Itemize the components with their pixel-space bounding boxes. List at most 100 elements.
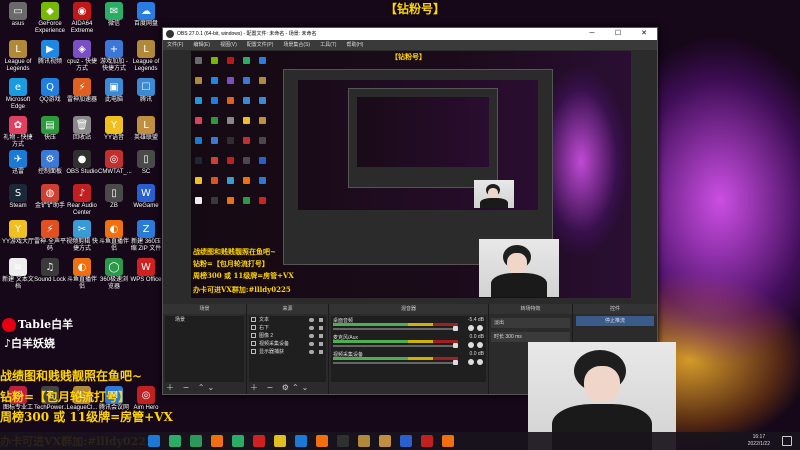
desktop-icon[interactable]: ✉ 微信 — [98, 2, 130, 28]
menu-item[interactable]: 帮助(H) — [346, 40, 363, 50]
desktop-icon[interactable]: L League of Legends — [130, 40, 162, 73]
desktop-icon[interactable]: ◉ AIDA64 Extreme — [66, 2, 98, 35]
volume-knob[interactable] — [453, 343, 458, 348]
desktop-icon[interactable]: + 游戏加加 - 快捷方式 — [98, 40, 130, 73]
desktop-icon[interactable]: ▤ 快压 — [34, 116, 66, 142]
obs-window[interactable]: OBS 27.0.1 (64-bit, windows) - 配置文件: 未命名… — [162, 27, 658, 395]
obs-preview[interactable]: 【钻粉号】 战绩图和贱贱靓照在鱼吧~ 钻粉=【包月轮流打号】 周榜300 或 1… — [191, 51, 631, 298]
taskbar-netease-icon[interactable] — [253, 435, 265, 447]
desktop-icon[interactable]: L 英雄联盟 — [130, 116, 162, 142]
taskbar-video-icon[interactable] — [211, 435, 223, 447]
desktop-icon[interactable]: ♫ Sound Lock — [34, 258, 66, 284]
taskbar-weixin-work-icon[interactable] — [190, 435, 202, 447]
gear-icon[interactable] — [477, 325, 483, 331]
desktop-icon[interactable]: ▭ asus — [2, 2, 34, 28]
desktop-icon[interactable]: Z 新建 360压缩 ZIP 文件 — [130, 220, 162, 253]
taskbar-obs-icon[interactable] — [337, 435, 349, 447]
lock-icon[interactable] — [319, 350, 323, 354]
lock-icon[interactable] — [319, 326, 323, 330]
menu-item[interactable]: 文件(F) — [167, 40, 183, 50]
volume-knob[interactable] — [453, 360, 458, 365]
desktop-icon[interactable]: ▶ 腾讯视频 — [34, 40, 66, 66]
desktop-icon[interactable]: ▯ SC — [130, 150, 162, 176]
source-item[interactable]: 右下 — [249, 324, 326, 332]
eye-icon[interactable] — [309, 326, 314, 330]
desktop-icon[interactable]: ◍ 金铲铲助手 — [34, 184, 66, 210]
taskbar-qq-icon[interactable] — [295, 435, 307, 447]
notification-icon[interactable] — [782, 436, 792, 446]
desktop-icon[interactable]: ◈ cpuz - 快捷方式 — [66, 40, 98, 73]
menu-item[interactable]: 视图(V) — [220, 40, 237, 50]
taskbar-league2-icon[interactable] — [379, 435, 391, 447]
taskbar-clock[interactable]: 16:17 2022/1/22 — [748, 434, 770, 448]
transition-select[interactable]: 淡出 — [491, 318, 570, 328]
speaker-icon[interactable] — [468, 325, 474, 331]
desktop-icon[interactable]: ● OBS Studio — [66, 150, 98, 176]
source-item[interactable]: 文本 — [249, 316, 326, 324]
gear-icon[interactable] — [477, 359, 483, 365]
desktop-icon[interactable]: L League of Legends — [2, 40, 34, 73]
desktop-icon[interactable]: ✿ 礼物 - 快捷方式 — [2, 116, 34, 149]
desktop-icon[interactable]: ⚡ 雷神·全声平码 — [34, 220, 66, 253]
desktop-icon[interactable]: ≡ 新建 文本文档 — [2, 258, 34, 291]
minimize-icon[interactable]: ─ — [579, 28, 605, 40]
volume-slider[interactable] — [333, 328, 458, 330]
desktop-icon[interactable]: ◆ GeForce Experience — [34, 2, 66, 35]
taskbar-douyu-icon[interactable] — [316, 435, 328, 447]
taskbar-wechat-icon[interactable] — [169, 435, 181, 447]
desktop-icon[interactable]: 🗑 回收站 — [66, 116, 98, 142]
lock-icon[interactable] — [319, 334, 323, 338]
close-icon[interactable]: ✕ — [631, 28, 657, 40]
desktop-icon[interactable]: ▯ ZB — [98, 184, 130, 210]
desktop-icon[interactable]: ◐ 斗鱼直播伴侣 — [98, 220, 130, 253]
scenes-toolbar[interactable]: ＋ − ⌃⌄ — [166, 382, 217, 393]
desktop-icon[interactable]: ◎ CMWTAT_... — [98, 150, 132, 176]
speaker-icon[interactable] — [468, 342, 474, 348]
source-item[interactable]: 图像 2 — [249, 332, 326, 340]
obs-titlebar[interactable]: OBS 27.0.1 (64-bit, windows) - 配置文件: 未命名… — [163, 28, 657, 40]
menu-item[interactable]: 场景集合(S) — [283, 40, 310, 50]
menu-item[interactable]: 工具(T) — [320, 40, 336, 50]
volume-knob[interactable] — [453, 326, 458, 331]
lock-icon[interactable] — [319, 318, 323, 322]
taskbar-windows-icon[interactable] — [148, 435, 160, 447]
desktop-icon[interactable]: S Steam — [2, 184, 34, 210]
taskbar-league-icon[interactable] — [358, 435, 370, 447]
taskbar-wegame-icon[interactable] — [400, 435, 412, 447]
desktop-icon[interactable]: ♪ Rear Audio Center — [66, 184, 98, 217]
menu-item[interactable]: 编辑(E) — [193, 40, 210, 50]
speaker-icon[interactable] — [468, 359, 474, 365]
desktop-icon[interactable]: W WeGame — [130, 184, 162, 210]
taskbar-chrome-icon[interactable] — [274, 435, 286, 447]
desktop-icon[interactable]: ⚡ 雷神加速器 — [66, 78, 98, 104]
eye-icon[interactable] — [309, 350, 314, 354]
source-item[interactable]: 视频采集设备 — [249, 340, 326, 348]
desktop-icon[interactable]: Y YY语音 — [98, 116, 130, 142]
lock-icon[interactable] — [319, 342, 323, 346]
desktop-icon[interactable]: W WPS Office — [130, 258, 162, 284]
desktop-icon[interactable]: ☁ 百度网盘 — [130, 2, 162, 28]
sources-toolbar[interactable]: ＋ − ⚙⌃⌄ — [250, 382, 311, 393]
desktop-icon[interactable]: Q QQ游戏 — [34, 78, 66, 104]
desktop-icon[interactable]: Y YY游戏大厅 — [2, 220, 34, 246]
desktop-icon[interactable]: ◯ 360极速浏览器 — [98, 258, 130, 291]
desktop-icon[interactable]: ✂ 视频剪辑 快捷方式 — [66, 220, 98, 253]
desktop-icon[interactable]: ◐ 斗鱼直播伴侣 — [66, 258, 98, 291]
transition-duration[interactable]: 时长 300 ms — [491, 332, 570, 342]
eye-icon[interactable] — [309, 318, 314, 322]
stop-streaming-button[interactable]: 停止推流 — [576, 316, 654, 326]
taskbar-capture-icon[interactable] — [442, 435, 454, 447]
eye-icon[interactable] — [309, 342, 314, 346]
taskbar-game-icon[interactable] — [232, 435, 244, 447]
desktop-icon[interactable]: ▣ 此电脑 — [98, 78, 130, 104]
volume-slider[interactable] — [333, 362, 458, 364]
scene-item[interactable]: 场景 — [165, 316, 244, 324]
menu-item[interactable]: 配置文件(P) — [247, 40, 274, 50]
maximize-icon[interactable]: ☐ — [605, 28, 631, 40]
gear-icon[interactable] — [477, 342, 483, 348]
desktop-icon[interactable]: e Microsoft Edge — [2, 78, 34, 111]
taskbar-screen-icon[interactable] — [421, 435, 433, 447]
desktop-icon[interactable]: ✈ 迅雷 — [2, 150, 34, 176]
eye-icon[interactable] — [309, 334, 314, 338]
desktop-icon[interactable]: ☐ 腾讯 — [130, 78, 162, 104]
